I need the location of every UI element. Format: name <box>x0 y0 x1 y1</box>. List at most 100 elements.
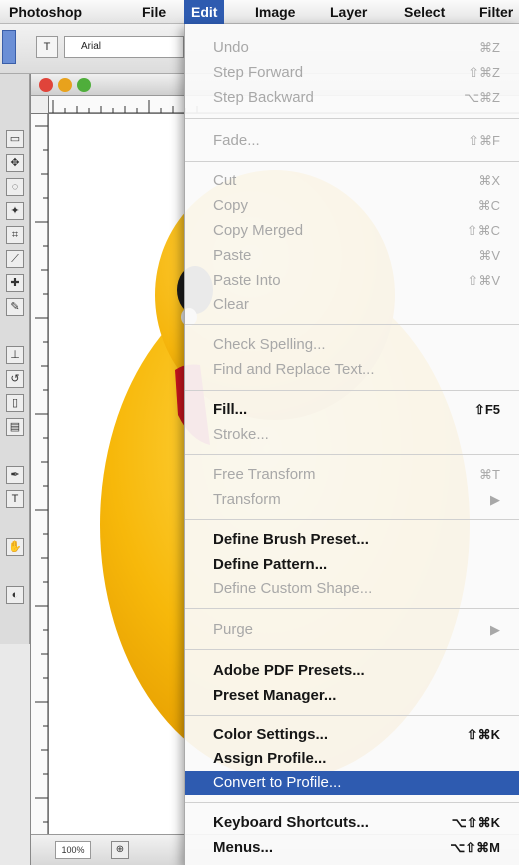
transform-label: Transform <box>213 491 281 508</box>
assign-profile-label: Assign Profile... <box>213 750 327 767</box>
menu-item-pdf-presets[interactable]: Adobe PDF Presets... <box>185 659 519 683</box>
menu-item-copy-merged[interactable]: Copy Merged ⇧⌘C <box>185 219 519 243</box>
menu-item-find-replace[interactable]: Find and Replace Text... <box>185 358 519 382</box>
step-backward-label: Step Backward <box>213 89 314 106</box>
wand-tool-icon[interactable]: ✦ <box>6 202 24 220</box>
menu-separator <box>185 118 519 119</box>
zoom-field[interactable]: 100% <box>55 841 91 859</box>
menu-item-check-spelling[interactable]: Check Spelling... <box>185 333 519 357</box>
cut-label: Cut <box>213 172 237 189</box>
minimize-button[interactable] <box>58 78 72 92</box>
menu-item-cut[interactable]: Cut ⌘X <box>185 169 519 193</box>
menu-item-undo[interactable]: Undo ⌘Z <box>185 36 519 60</box>
copy-label: Copy <box>213 197 249 214</box>
lasso-tool-icon[interactable]: ◌ <box>6 178 24 196</box>
menu-item-paste-into[interactable]: Paste Into ⇧⌘V <box>185 269 519 293</box>
preset-manager-label: Preset Manager... <box>213 687 337 704</box>
menu-layer[interactable]: Layer <box>323 0 374 24</box>
menu-filter[interactable]: Filter <box>472 0 519 24</box>
edit-menu-dropdown: Undo ⌘Z Step Forward ⇧⌘Z Step Backward ⌥… <box>184 24 519 865</box>
menu-separator <box>185 161 519 162</box>
convert-profile-label: Convert to Profile... <box>213 774 342 791</box>
menu-select[interactable]: Select <box>397 0 452 24</box>
paste-label: Paste <box>213 247 252 264</box>
menu-item-fade[interactable]: Fade... ⇧⌘F <box>185 129 519 153</box>
fill-label: Fill... <box>213 401 248 418</box>
font-family-select[interactable]: Arial <box>64 36 184 58</box>
pen-tool-icon[interactable]: ✒ <box>6 466 24 484</box>
status-menu-icon[interactable]: ⊕ <box>111 841 129 859</box>
menu-separator <box>185 324 519 325</box>
menu-item-purge[interactable]: Purge ▶ <box>185 618 519 642</box>
clear-label: Clear <box>213 296 249 313</box>
marquee-tool-icon[interactable]: ▭ <box>6 130 24 148</box>
menu-edit[interactable]: Edit <box>184 0 225 24</box>
menu-item-define-brush[interactable]: Define Brush Preset... <box>185 528 519 552</box>
menu-item-define-pattern[interactable]: Define Pattern... <box>185 553 519 577</box>
menu-item-fill[interactable]: Fill... ⇧F5 <box>185 398 519 422</box>
palette-well-tab[interactable] <box>2 30 16 64</box>
menu-separator <box>185 454 519 455</box>
menu-item-paste[interactable]: Paste ⌘V <box>185 244 519 268</box>
menu-item-copy[interactable]: Copy ⌘C <box>185 194 519 218</box>
fade-shortcut: ⇧⌘F <box>468 133 500 148</box>
pdf-presets-label: Adobe PDF Presets... <box>213 662 365 679</box>
hand-tool-icon[interactable]: ✋ <box>6 538 24 556</box>
quickmask-icon[interactable]: ◐ <box>6 586 24 604</box>
menu-separator <box>185 608 519 609</box>
menu-separator <box>185 519 519 520</box>
submenu-arrow-icon: ▶ <box>490 492 500 507</box>
free-transform-shortcut: ⌘T <box>479 467 500 482</box>
gradient-tool-icon[interactable]: ▤ <box>6 418 24 436</box>
menu-item-step-forward[interactable]: Step Forward ⇧⌘Z <box>185 61 519 85</box>
free-transform-label: Free Transform <box>213 466 316 483</box>
slice-tool-icon[interactable]: ⟋ <box>6 250 24 268</box>
vertical-ruler[interactable] <box>31 114 49 834</box>
purge-label: Purge <box>213 621 254 638</box>
stamp-tool-icon[interactable]: ⊥ <box>6 346 24 364</box>
menu-separator <box>185 715 519 716</box>
undo-shortcut: ⌘Z <box>479 40 500 55</box>
menu-item-preset-manager[interactable]: Preset Manager... <box>185 684 519 708</box>
menus-label: Menus... <box>213 839 274 856</box>
zoom-button[interactable] <box>77 78 91 92</box>
define-brush-label: Define Brush Preset... <box>213 531 369 548</box>
copy-merged-shortcut: ⇧⌘C <box>466 223 500 238</box>
cut-shortcut: ⌘X <box>478 173 500 188</box>
crop-tool-icon[interactable]: ⌗ <box>6 226 24 244</box>
paste-into-label: Paste Into <box>213 272 281 289</box>
menu-item-convert-profile[interactable]: Convert to Profile... <box>185 771 519 795</box>
menu-item-stroke[interactable]: Stroke... <box>185 423 519 447</box>
type-tool-icon[interactable]: T <box>6 490 24 508</box>
heal-tool-icon[interactable]: ✚ <box>6 274 24 292</box>
menu-separator <box>185 802 519 803</box>
menu-item-define-shape[interactable]: Define Custom Shape... <box>185 577 519 601</box>
menu-file[interactable]: File <box>135 0 173 24</box>
menus-shortcut: ⌥⇧⌘M <box>450 840 500 855</box>
close-button[interactable] <box>39 78 53 92</box>
menu-app[interactable]: Photoshop <box>2 0 89 24</box>
menu-item-clear[interactable]: Clear <box>185 293 519 317</box>
submenu-arrow-icon: ▶ <box>490 622 500 637</box>
tools-palette: ▭ ✥ ◌ ✦ ⌗ ⟋ ✚ ✎ ⊥ ↺ ▯ ▤ ✒ T ✋ ◐ <box>0 74 30 644</box>
menu-item-free-transform[interactable]: Free Transform ⌘T <box>185 463 519 487</box>
fill-shortcut: ⇧F5 <box>473 402 500 417</box>
define-pattern-label: Define Pattern... <box>213 556 328 573</box>
menu-item-transform[interactable]: Transform ▶ <box>185 488 519 512</box>
ruler-origin[interactable] <box>31 96 49 114</box>
undo-label: Undo <box>213 39 249 56</box>
brush-tool-icon[interactable]: ✎ <box>6 298 24 316</box>
eraser-tool-icon[interactable]: ▯ <box>6 394 24 412</box>
text-tool-icon[interactable]: T <box>36 36 58 58</box>
move-tool-icon[interactable]: ✥ <box>6 154 24 172</box>
menu-item-step-backward[interactable]: Step Backward ⌥⌘Z <box>185 86 519 110</box>
step-forward-shortcut: ⇧⌘Z <box>468 65 500 80</box>
history-brush-icon[interactable]: ↺ <box>6 370 24 388</box>
menu-item-keyboard-shortcuts[interactable]: Keyboard Shortcuts... ⌥⇧⌘K <box>185 811 519 835</box>
define-shape-label: Define Custom Shape... <box>213 580 373 597</box>
menu-item-color-settings[interactable]: Color Settings... ⇧⌘K <box>185 723 519 747</box>
menu-item-assign-profile[interactable]: Assign Profile... <box>185 747 519 771</box>
menu-separator <box>185 390 519 391</box>
menu-item-menus[interactable]: Menus... ⌥⇧⌘M <box>185 836 519 860</box>
menu-image[interactable]: Image <box>248 0 302 24</box>
